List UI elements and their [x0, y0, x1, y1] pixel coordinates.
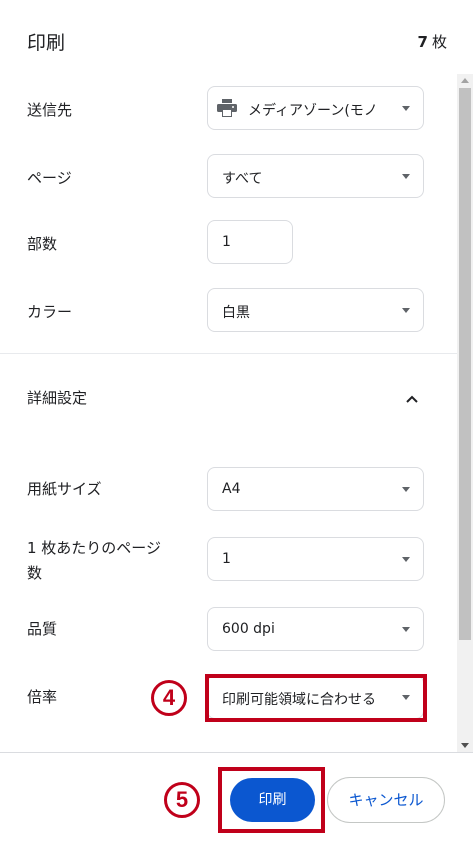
color-label: カラー: [27, 303, 73, 321]
quality-label: 品質: [27, 620, 58, 638]
scale-label: 倍率: [27, 688, 58, 706]
copies-label: 部数: [27, 235, 58, 253]
print-highlight-box: [218, 767, 325, 833]
scale-highlight-box: [205, 674, 427, 722]
pages-per-sheet-label-line2: 数: [27, 564, 43, 582]
step-4-badge: 4: [151, 680, 187, 716]
pages-per-sheet-value: 1: [222, 551, 231, 567]
dialog-header: 印刷 7枚: [0, 0, 473, 74]
scrollbar[interactable]: [457, 74, 473, 752]
paper-size-select[interactable]: A4: [207, 467, 424, 511]
dialog-footer: 印刷 キャンセル 5: [0, 752, 473, 849]
color-value: 白黒: [222, 305, 250, 321]
pages-per-sheet-select[interactable]: 1: [207, 537, 424, 581]
chevron-up-icon[interactable]: [405, 392, 419, 406]
cancel-button[interactable]: キャンセル: [327, 777, 445, 823]
destination-select[interactable]: メディアゾーン(モノ: [207, 86, 424, 130]
paper-size-value: A4: [222, 481, 241, 497]
sheet-count-number: 7: [417, 33, 428, 51]
scroll-thumb[interactable]: [459, 88, 471, 640]
sheet-count-unit: 枚: [431, 33, 447, 51]
chevron-down-icon: [402, 627, 410, 632]
step-5-badge: 5: [164, 782, 200, 818]
printer-icon: [217, 99, 237, 117]
chevron-down-icon: [402, 106, 410, 111]
scroll-up-arrow-icon[interactable]: [461, 78, 469, 83]
pages-select[interactable]: すべて: [207, 154, 424, 198]
pages-label: ページ: [27, 169, 72, 187]
sheet-count: 7枚: [418, 31, 447, 52]
advanced-settings-label: 詳細設定: [27, 389, 88, 407]
destination-value: メディアゾーン(モノ: [248, 103, 378, 119]
settings-panel: 送信先 メディアゾーン(モノ ページ すべて 部数 カラー 白黒 詳細設定 用紙…: [0, 74, 457, 752]
destination-label: 送信先: [27, 101, 73, 119]
copies-input[interactable]: [207, 220, 293, 264]
scroll-down-arrow-icon[interactable]: [461, 743, 469, 748]
chevron-down-icon: [402, 557, 410, 562]
quality-value: 600 dpi: [222, 621, 275, 637]
color-select[interactable]: 白黒: [207, 288, 424, 332]
chevron-down-icon: [402, 308, 410, 313]
pages-value: すべて: [222, 171, 263, 187]
dialog-title: 印刷: [27, 32, 66, 54]
paper-size-label: 用紙サイズ: [27, 480, 102, 498]
pages-per-sheet-label-line1: 1 枚あたりのページ: [27, 539, 162, 557]
pages-per-sheet-label: 1 枚あたりのページ 数: [27, 536, 161, 586]
quality-select[interactable]: 600 dpi: [207, 607, 424, 651]
chevron-down-icon: [402, 487, 410, 492]
chevron-down-icon: [402, 174, 410, 179]
section-divider: [0, 353, 457, 354]
